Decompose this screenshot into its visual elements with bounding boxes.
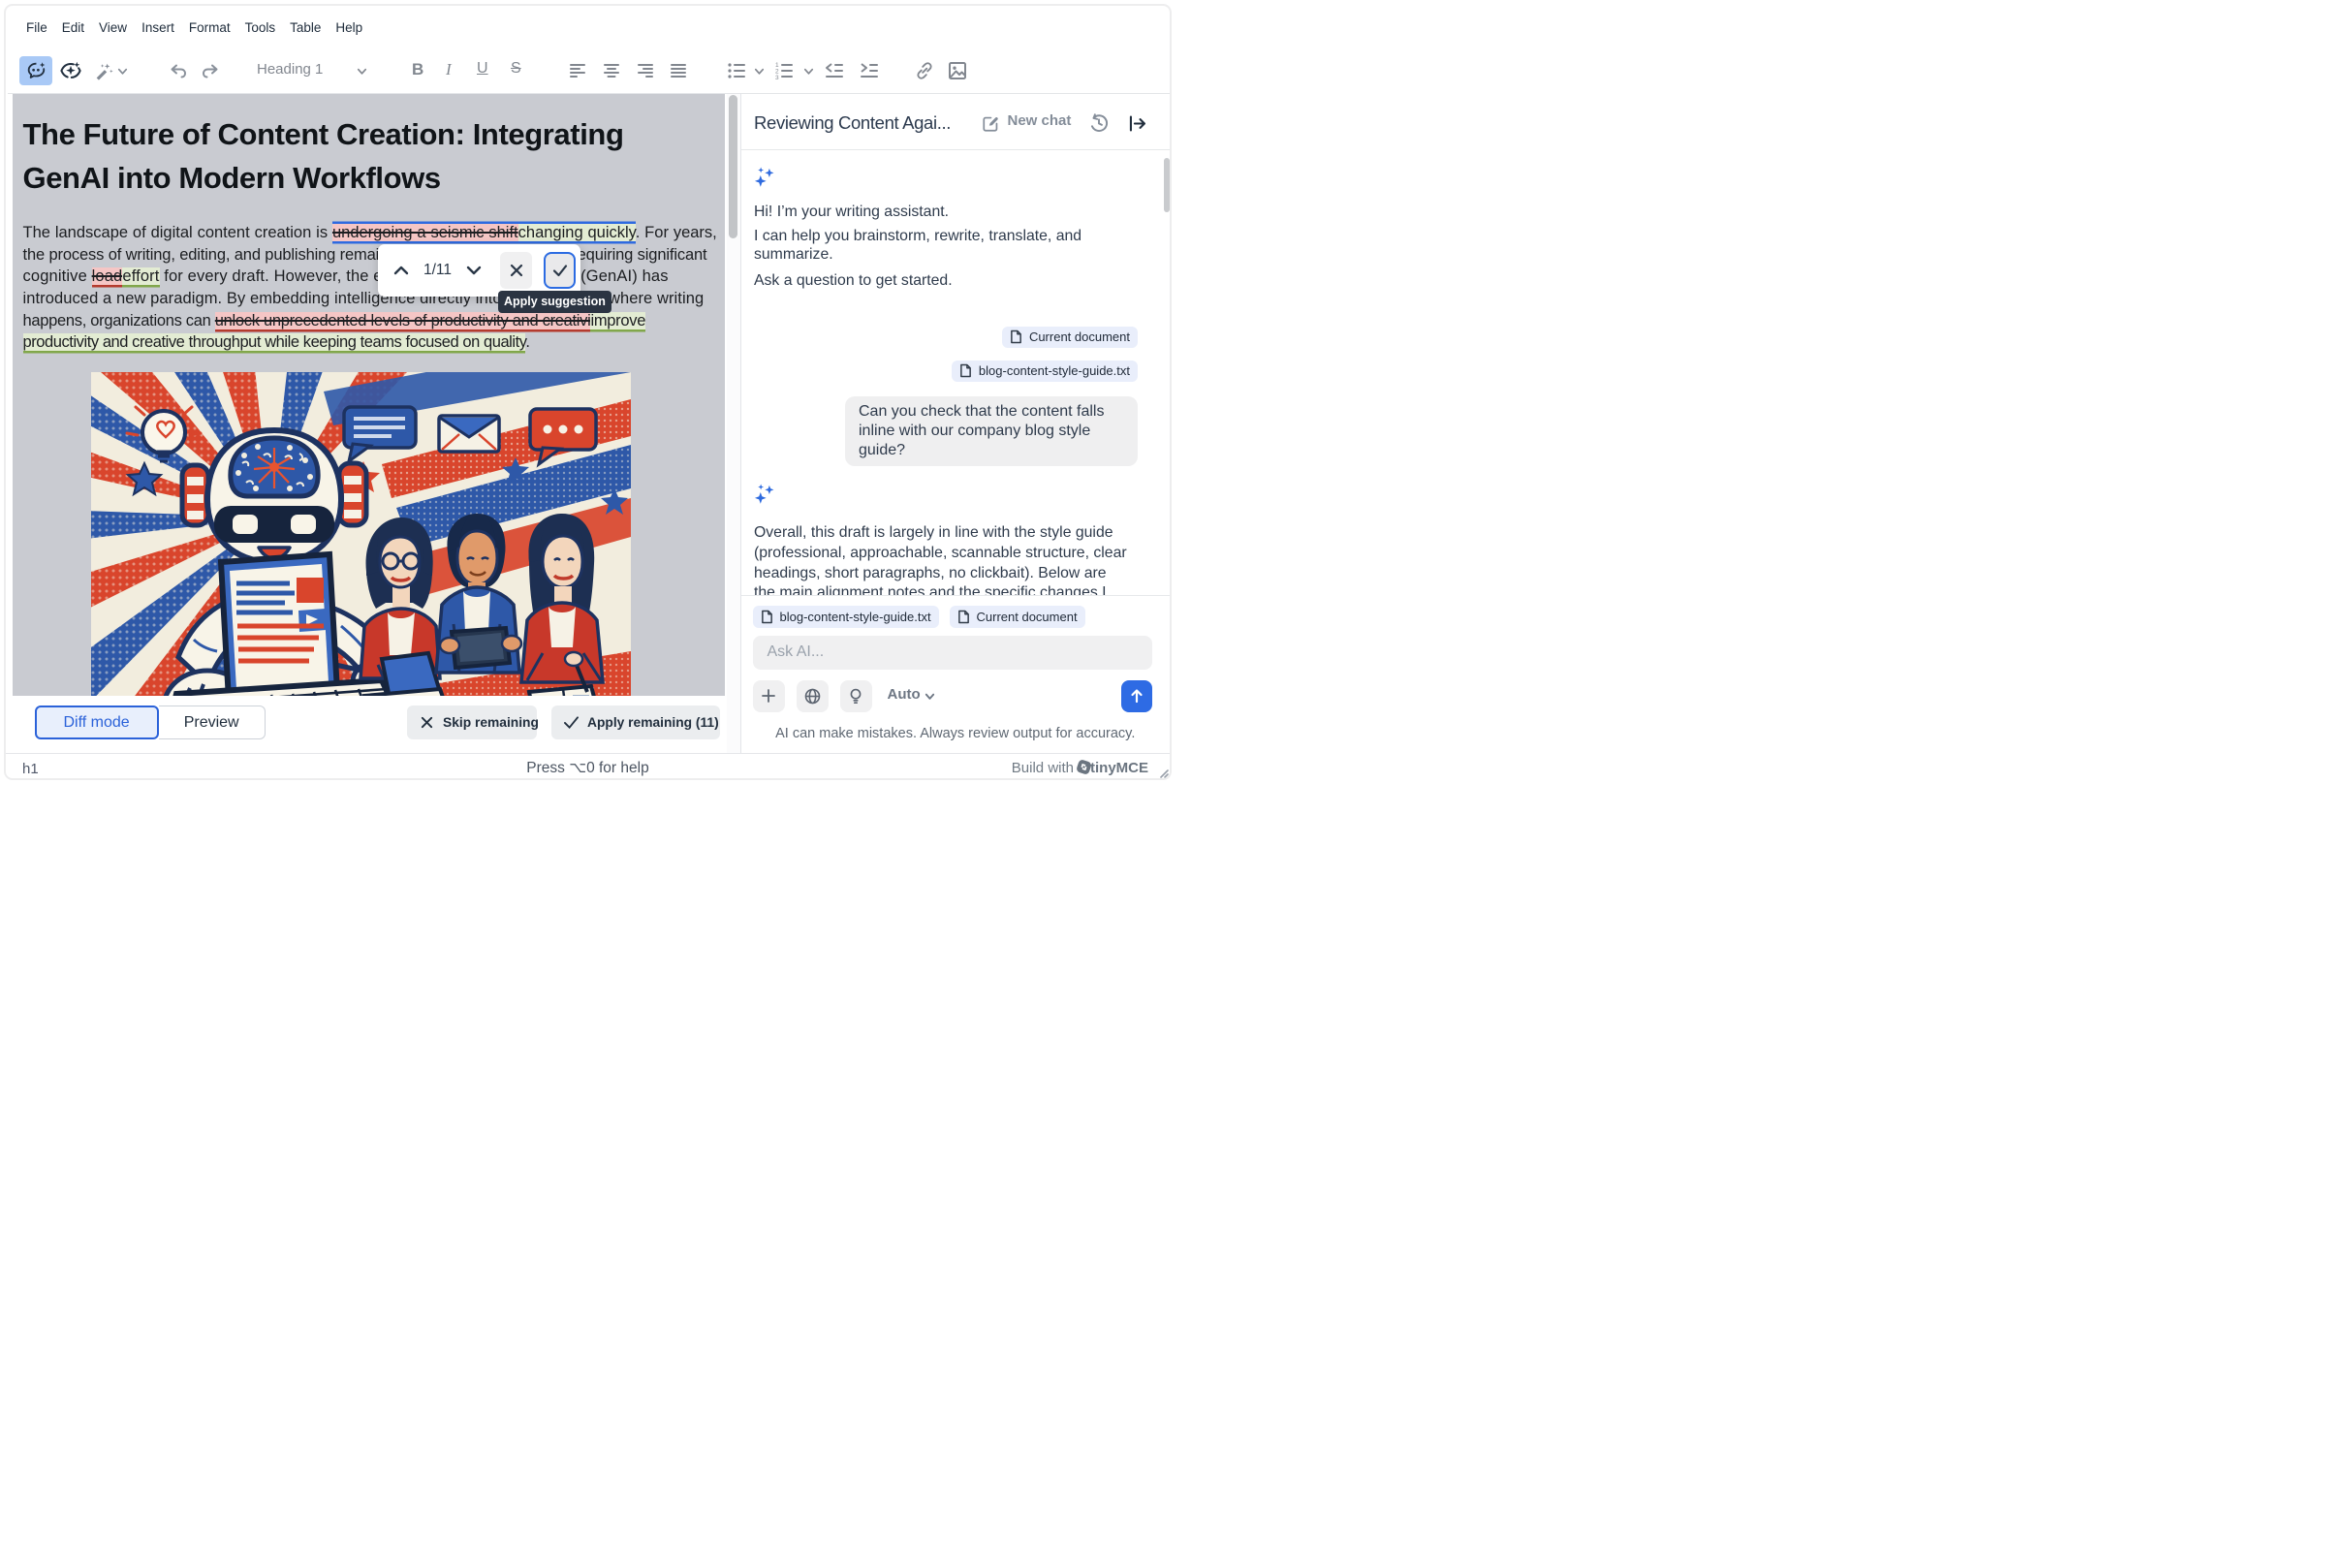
- svg-text:3: 3: [775, 75, 779, 81]
